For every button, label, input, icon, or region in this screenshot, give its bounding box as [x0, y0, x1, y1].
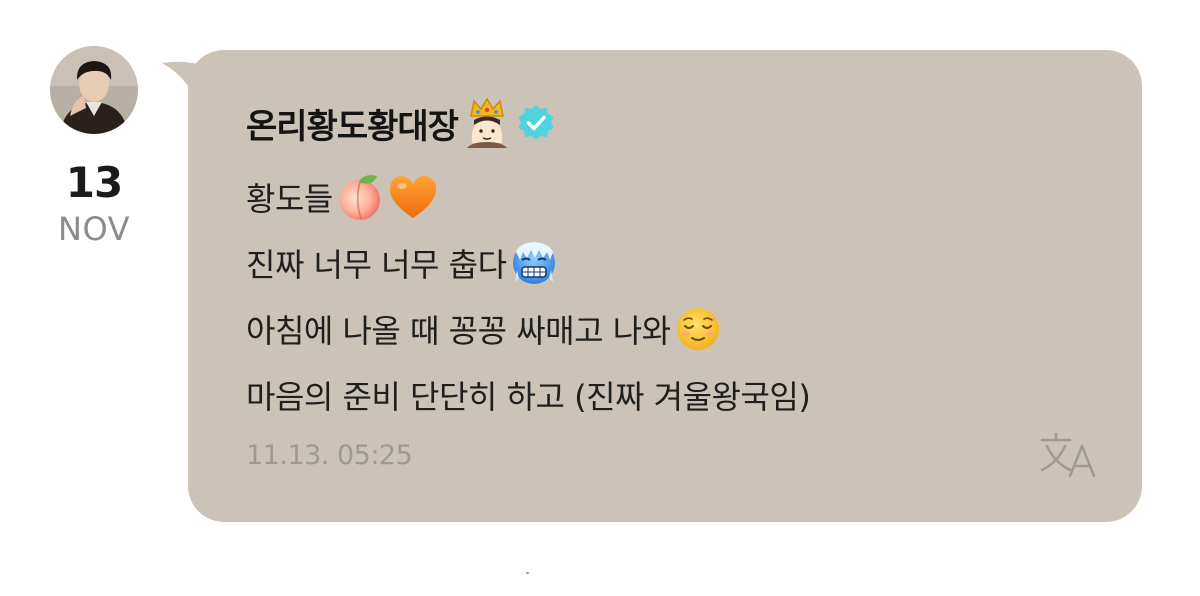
- sender-row: 온리황도황대장: [246, 96, 556, 150]
- translate-icon: [1040, 432, 1096, 478]
- message-text: 아침에 나올 때 꽁꽁 싸매고 나와: [246, 312, 671, 350]
- date-month: NOV: [58, 210, 130, 248]
- message-line: 진짜 너무 너무 춥다: [246, 230, 810, 296]
- message-text: 황도들: [246, 180, 333, 218]
- message-line: 황도들: [246, 164, 810, 230]
- sender-name[interactable]: 온리황도황대장: [246, 99, 459, 148]
- orange-heart-emoji: [387, 172, 439, 222]
- cold-face-emoji: [509, 238, 559, 288]
- date-day: 13: [65, 158, 123, 207]
- crown-prince-emoji: [464, 98, 510, 148]
- message-text: 마음의 준비 단단히 하고 (진짜 겨울왕국임): [246, 378, 811, 416]
- message-line: 마음의 준비 단단히 하고 (진짜 겨울왕국임): [246, 362, 811, 428]
- translate-button[interactable]: [1036, 430, 1100, 480]
- verified-badge-icon: [516, 103, 556, 143]
- message-screen: 13 NOV 온리황도황대장 황도들 진짜 너무 너무 춥다 아침에 나올 때 …: [0, 0, 1200, 596]
- message-line: 아침에 나올 때 꽁꽁 싸매고 나와: [246, 296, 810, 362]
- relieved-face-emoji: [673, 304, 723, 354]
- bubble-tail: [162, 61, 198, 110]
- message-body: 황도들 진짜 너무 너무 춥다 아침에 나올 때 꽁꽁 싸매고 나와 마음의 준…: [246, 164, 811, 428]
- peach-emoji: [335, 172, 385, 222]
- message-timestamp: 11.13. 05:25: [246, 440, 413, 471]
- message-text: 진짜 너무 너무 춥다: [246, 246, 507, 284]
- divider-dot: [526, 572, 529, 574]
- profile-avatar[interactable]: [50, 46, 138, 134]
